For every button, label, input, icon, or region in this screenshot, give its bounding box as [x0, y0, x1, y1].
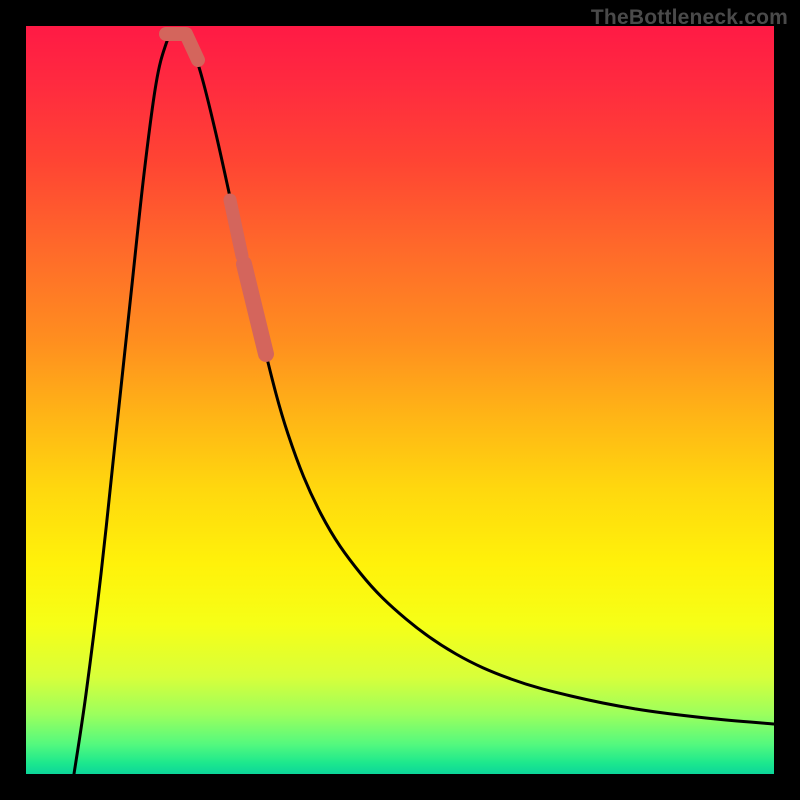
series-highlight-segment-lower [230, 200, 242, 256]
series-highlight-segment-upper [244, 264, 266, 354]
watermark-text: TheBottleneck.com [591, 6, 788, 30]
outer-frame: TheBottleneck.com [0, 0, 800, 800]
plot-area [26, 26, 774, 774]
series-highlight-bottom-mark [166, 34, 198, 60]
series-container [74, 29, 774, 774]
chart-svg [26, 26, 774, 774]
series-bottleneck-curve [74, 29, 774, 774]
